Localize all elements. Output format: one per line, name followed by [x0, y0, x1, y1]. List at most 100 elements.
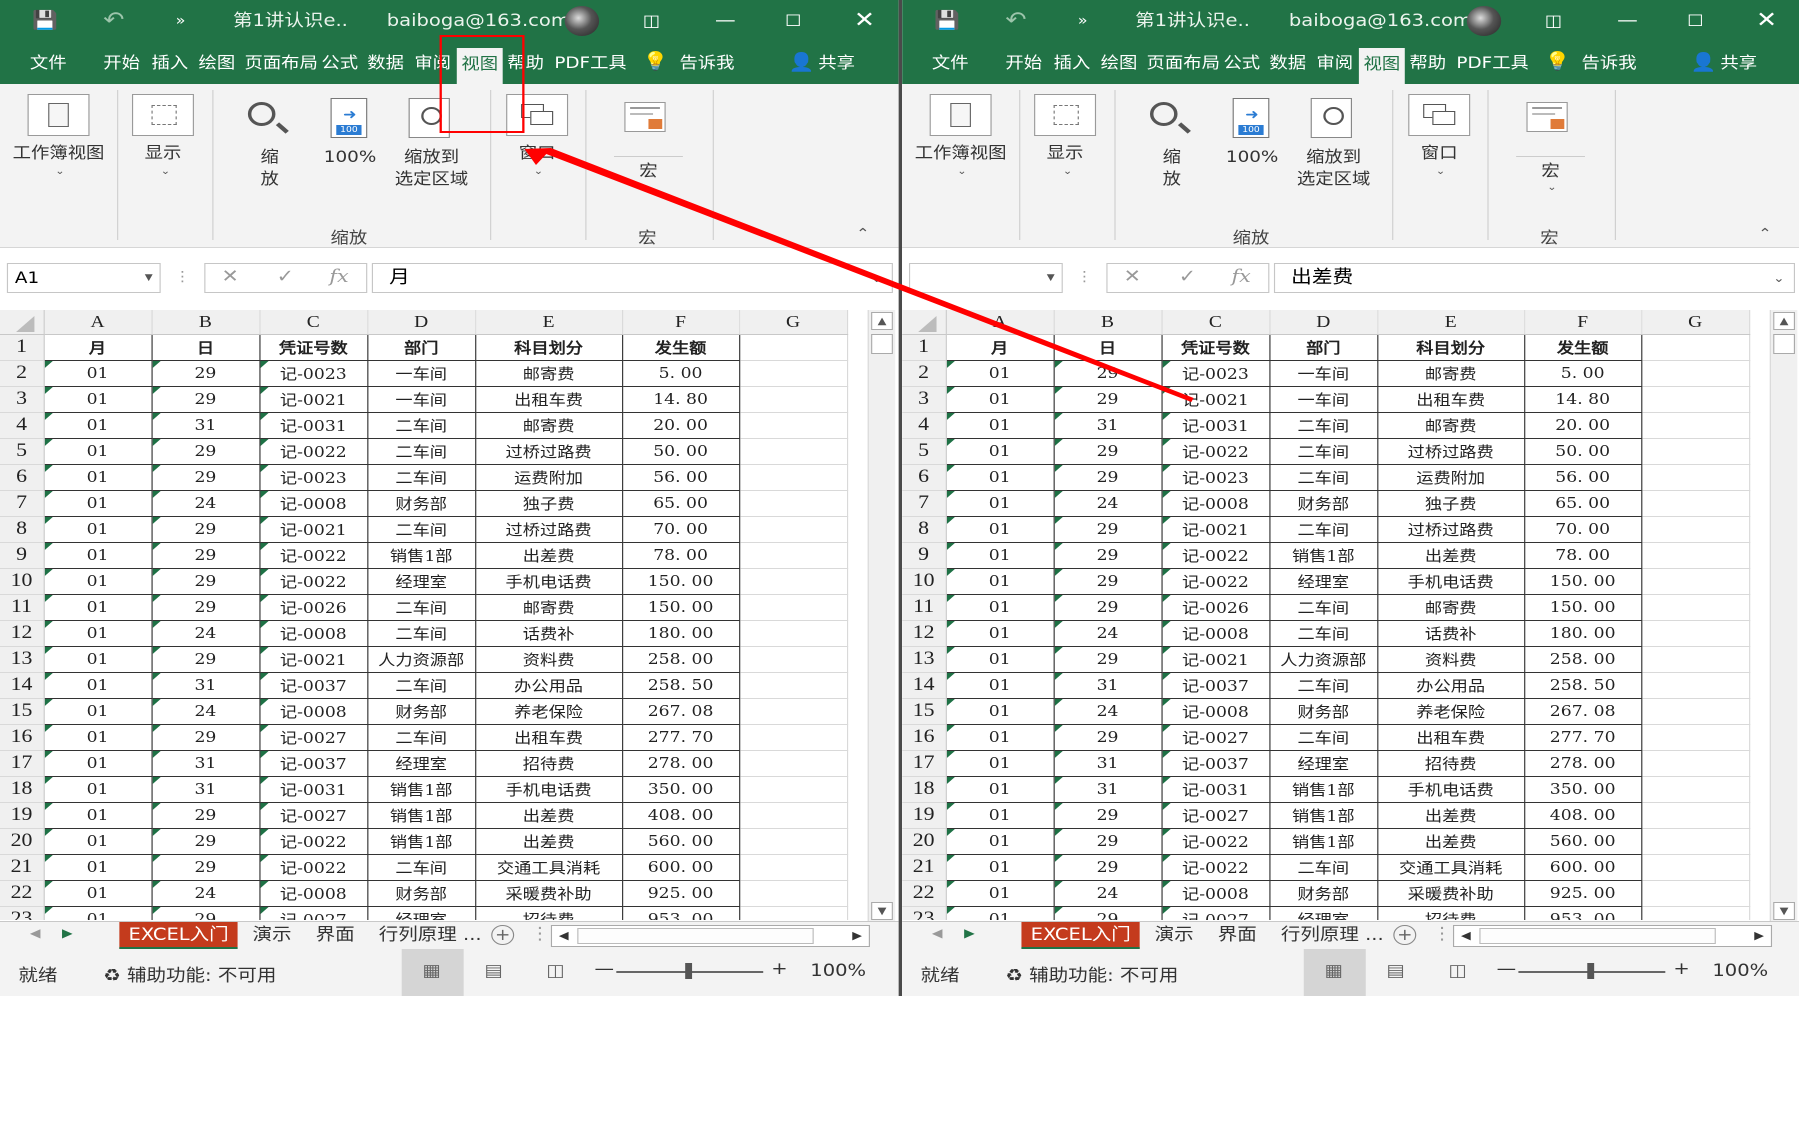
cell[interactable]: 记-0022: [1161, 438, 1270, 465]
cell[interactable]: 01: [945, 594, 1055, 621]
cell[interactable]: [739, 334, 848, 361]
cell[interactable]: 01: [43, 776, 153, 803]
cell[interactable]: 记-0031: [1161, 776, 1270, 803]
cell[interactable]: [1641, 620, 1750, 647]
cell[interactable]: 二车间: [1269, 438, 1378, 465]
cell[interactable]: 01: [43, 828, 153, 855]
zoom-slider-knob[interactable]: [685, 963, 693, 979]
cell[interactable]: 销售1部: [367, 776, 476, 803]
cell[interactable]: 29: [1053, 542, 1163, 569]
account-email[interactable]: baiboga@163.com: [387, 0, 570, 42]
row-header[interactable]: 19: [902, 802, 947, 829]
workbook-view-icon[interactable]: [27, 94, 90, 136]
add-sheet-icon[interactable]: +: [491, 925, 515, 945]
share-button[interactable]: 共享: [1720, 42, 1757, 84]
cell[interactable]: 150. 00: [1524, 568, 1642, 595]
cell[interactable]: 一车间: [367, 360, 476, 387]
cell[interactable]: [1641, 776, 1750, 803]
cell[interactable]: 925. 00: [1524, 880, 1642, 907]
cell[interactable]: 邮寄费: [1377, 594, 1525, 621]
cell[interactable]: 600. 00: [622, 854, 740, 881]
cell[interactable]: 14. 80: [622, 386, 740, 413]
row-header[interactable]: 3: [0, 386, 45, 413]
close-icon[interactable]: ✕: [1756, 0, 1777, 42]
cell[interactable]: 手机电话费: [475, 568, 623, 595]
cell[interactable]: 记-0027: [259, 802, 368, 829]
cell[interactable]: 29: [151, 854, 260, 881]
cell[interactable]: 人力资源部: [1269, 646, 1378, 673]
horizontal-scrollbar[interactable]: ◀ ▶: [550, 925, 870, 947]
cell[interactable]: 180. 00: [1524, 620, 1642, 647]
cell[interactable]: 01: [945, 750, 1055, 777]
cell[interactable]: 29: [151, 542, 260, 569]
cell[interactable]: 278. 00: [622, 750, 740, 777]
tab-pdf-tools[interactable]: PDF工具: [554, 42, 625, 84]
cell[interactable]: 独子费: [1377, 490, 1525, 517]
row-header[interactable]: 6: [902, 464, 947, 491]
workbook-view-icon[interactable]: [929, 94, 992, 136]
splitter-handle-icon[interactable]: ⋮: [1077, 269, 1093, 285]
cell[interactable]: 记-0023: [259, 464, 368, 491]
sheet-tab-interface[interactable]: 界面: [1209, 922, 1266, 948]
row-header[interactable]: 8: [902, 516, 947, 543]
cell[interactable]: [739, 438, 848, 465]
cell[interactable]: 独子费: [475, 490, 623, 517]
cell[interactable]: [739, 776, 848, 803]
cell[interactable]: 01: [43, 620, 153, 647]
sheet-next-icon[interactable]: ▶: [964, 926, 975, 940]
zoom-selection-line2[interactable]: 选定区域: [388, 168, 475, 189]
cell[interactable]: 记-0026: [259, 594, 368, 621]
cell[interactable]: 01: [43, 412, 153, 439]
horizontal-scrollbar[interactable]: ◀ ▶: [1452, 925, 1773, 947]
row-header[interactable]: 2: [0, 360, 45, 387]
cell[interactable]: [1641, 854, 1750, 881]
cell[interactable]: 267. 08: [1524, 698, 1642, 725]
cell[interactable]: 记-0022: [259, 568, 368, 595]
insert-function-icon[interactable]: fx: [329, 266, 348, 287]
cell[interactable]: 人力资源部: [367, 646, 476, 673]
cell[interactable]: 运费附加: [1377, 464, 1525, 491]
hscroll-thumb[interactable]: [1479, 928, 1716, 944]
cell[interactable]: 258. 50: [622, 672, 740, 699]
cell[interactable]: 31: [1053, 776, 1163, 803]
header-cell[interactable]: 科目划分: [475, 334, 623, 361]
name-box[interactable]: ▼: [908, 263, 1063, 293]
cell[interactable]: 29: [151, 828, 260, 855]
cell[interactable]: 销售1部: [367, 542, 476, 569]
cell[interactable]: 01: [945, 360, 1055, 387]
accessibility-status[interactable]: ♻ 辅助功能: 不可用: [1005, 961, 1178, 986]
tab-view[interactable]: 视图: [1358, 48, 1405, 84]
cell[interactable]: 01: [945, 490, 1055, 517]
cell[interactable]: 记-0008: [1161, 620, 1270, 647]
row-header[interactable]: 9: [902, 542, 947, 569]
cell[interactable]: 记-0031: [259, 412, 368, 439]
row-header[interactable]: 1: [0, 334, 45, 361]
cell[interactable]: 560. 00: [622, 828, 740, 855]
zoom-100-icon[interactable]: ➜ 100: [1232, 98, 1270, 138]
tab-home[interactable]: 开始: [103, 42, 140, 84]
cell[interactable]: 二车间: [367, 464, 476, 491]
normal-view-button[interactable]: ▦: [1303, 949, 1366, 996]
cell[interactable]: 一车间: [1269, 386, 1378, 413]
macro-icon[interactable]: [624, 102, 666, 132]
undo-icon[interactable]: ↶: [1005, 0, 1026, 42]
cell[interactable]: [1641, 542, 1750, 569]
cell[interactable]: [1641, 464, 1750, 491]
cell[interactable]: 记-0023: [1161, 464, 1270, 491]
zoom-100-icon[interactable]: ➜ 100: [330, 98, 368, 138]
cell[interactable]: [739, 854, 848, 881]
cell[interactable]: 31: [1053, 750, 1163, 777]
show-icon[interactable]: [1034, 94, 1097, 136]
tab-formulas[interactable]: 公式: [321, 42, 358, 84]
row-header[interactable]: 19: [0, 802, 45, 829]
cell[interactable]: [739, 672, 848, 699]
cell[interactable]: 交通工具消耗: [475, 854, 623, 881]
header-cell[interactable]: 凭证号数: [259, 334, 368, 361]
workbook-view-button[interactable]: 工作簿视图: [6, 142, 112, 163]
cell[interactable]: 招待费: [1377, 906, 1525, 920]
cell[interactable]: 记-0008: [259, 490, 368, 517]
zoom-selection-icon[interactable]: [1310, 98, 1352, 138]
cell[interactable]: 销售1部: [367, 828, 476, 855]
close-icon[interactable]: ✕: [854, 0, 875, 42]
cell[interactable]: 招待费: [475, 750, 623, 777]
